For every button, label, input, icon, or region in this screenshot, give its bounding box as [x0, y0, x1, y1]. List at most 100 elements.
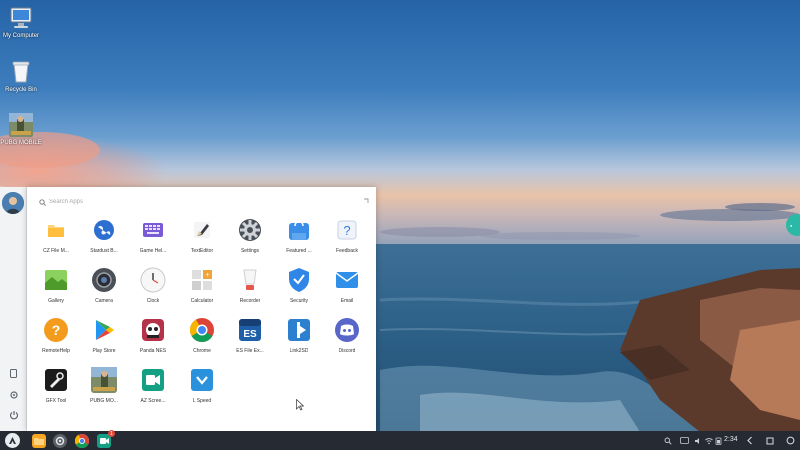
- taskbar: 1 2:34: [0, 430, 800, 450]
- email-icon: [334, 267, 360, 293]
- app-tile[interactable]: Discord: [323, 317, 371, 354]
- panda-icon: [140, 317, 166, 343]
- app-tile[interactable]: AZ Scree...: [129, 367, 177, 404]
- files-icon[interactable]: [7, 367, 20, 380]
- app-tile[interactable]: Clock: [129, 267, 177, 304]
- app-label: Security: [289, 298, 309, 304]
- shield-icon: [286, 267, 312, 293]
- gfx-tool-icon: [43, 367, 69, 393]
- mouse-cursor-icon: [296, 398, 305, 416]
- app-label: AZ Scree...: [140, 398, 166, 404]
- app-tile[interactable]: Email: [323, 267, 371, 304]
- desktop-icon-my-computer[interactable]: My Computer: [0, 6, 51, 39]
- app-tile[interactable]: CZ File M...: [32, 217, 80, 254]
- app-label: PUBG MO...: [90, 398, 118, 404]
- app-label: Email: [340, 298, 354, 304]
- svg-text:+: +: [205, 272, 209, 279]
- play-store-icon: [91, 317, 117, 343]
- recorder-icon: [237, 267, 263, 293]
- app-tile[interactable]: Featured ...: [275, 217, 323, 254]
- power-icon[interactable]: [7, 408, 20, 421]
- app-tile[interactable]: Stardust B...: [80, 217, 128, 254]
- app-tile[interactable]: Play Store: [80, 317, 128, 354]
- home-icon[interactable]: [786, 435, 795, 446]
- app-tile[interactable]: GFX Tool: [32, 367, 80, 404]
- volume-icon[interactable]: [694, 435, 702, 446]
- gear-icon[interactable]: [7, 388, 20, 401]
- app-tile[interactable]: ? RemoteHelp: [32, 317, 80, 354]
- desktop-icon-recycle-bin[interactable]: Recycle Bin: [0, 60, 51, 93]
- app-launcher-panel: CZ File M... Stardust B... Game Hel... Text…: [27, 187, 376, 431]
- app-tile[interactable]: Game Hel...: [129, 217, 177, 254]
- recents-icon[interactable]: [766, 435, 774, 446]
- app-label: Discord: [338, 348, 356, 354]
- app-label: Gallery: [48, 298, 64, 304]
- app-tile[interactable]: Settings: [226, 217, 274, 254]
- app-label: Clock: [146, 298, 160, 304]
- desktop-icon-pubg-mobile[interactable]: PUBG MOBILE: [0, 113, 51, 146]
- folder-icon: [43, 217, 69, 243]
- start-button[interactable]: [5, 433, 20, 448]
- app-tile[interactable]: Chrome: [178, 317, 226, 354]
- wifi-icon[interactable]: [705, 435, 713, 446]
- app-label: Featured ...: [286, 248, 312, 254]
- app-tile[interactable]: PUBG MO...: [80, 367, 128, 404]
- app-tile[interactable]: Camera: [80, 267, 128, 304]
- chrome-icon: [189, 317, 215, 343]
- app-tile[interactable]: L Speed: [178, 367, 226, 404]
- calculator-icon: +: [189, 267, 215, 293]
- svg-text:?: ?: [343, 223, 350, 238]
- app-label: Link2SD: [289, 348, 309, 354]
- taskbar-chrome[interactable]: [74, 434, 89, 449]
- app-tile[interactable]: ? Feedback: [323, 217, 371, 254]
- question-icon: ?: [334, 217, 360, 243]
- link2sd-icon: [286, 317, 312, 343]
- app-tile[interactable]: Panda NES: [129, 317, 177, 354]
- clock[interactable]: 2:34: [724, 436, 738, 443]
- computer-icon: [8, 6, 34, 30]
- settings-icon: [55, 436, 65, 446]
- app-label: Chrome: [193, 348, 211, 354]
- camera-icon: [91, 267, 117, 293]
- app-label: L Speed: [192, 398, 212, 404]
- taskbar-file-manager[interactable]: [32, 434, 46, 448]
- expand-icon[interactable]: [360, 194, 369, 203]
- app-label: Calculator: [190, 298, 214, 304]
- battery-icon[interactable]: [715, 435, 722, 446]
- keyboard-icon: [140, 217, 166, 243]
- desktop-icon-label: PUBG MOBILE: [0, 140, 42, 146]
- app-label: Play Store: [92, 348, 116, 354]
- launcher-sidebar: [0, 187, 27, 431]
- keyboard-icon[interactable]: [680, 435, 689, 446]
- search-bar[interactable]: [39, 195, 249, 209]
- app-tile[interactable]: + Calculator: [178, 267, 226, 304]
- app-label: GFX Tool: [45, 398, 67, 404]
- app-tile[interactable]: Recorder: [226, 267, 274, 304]
- search-icon: [39, 193, 46, 211]
- app-tile[interactable]: TextEditor: [178, 217, 226, 254]
- app-tile[interactable]: Gallery: [32, 267, 80, 304]
- app-label: ES File Ex...: [236, 348, 264, 354]
- clock-icon: [140, 267, 166, 293]
- desktop-icon-label: Recycle Bin: [5, 87, 37, 93]
- app-label: Feedback: [336, 248, 358, 254]
- notification-badge: 1: [108, 430, 115, 437]
- app-tile[interactable]: Security: [275, 267, 323, 304]
- app-label: TextEditor: [190, 248, 214, 254]
- taskbar-settings[interactable]: [53, 434, 67, 448]
- app-tile[interactable]: ES ES File Ex...: [226, 317, 274, 354]
- svg-text:?: ?: [52, 322, 61, 338]
- start-logo-icon: [9, 437, 16, 444]
- recycle-bin-icon: [8, 60, 34, 84]
- avatar[interactable]: [2, 192, 24, 214]
- app-tile[interactable]: Link2SD: [275, 317, 323, 354]
- l-speed-icon: [189, 367, 215, 393]
- search-icon[interactable]: [664, 435, 672, 446]
- chrome-icon: [74, 434, 89, 449]
- es-file-icon: ES: [237, 317, 263, 343]
- app-label: Stardust B...: [90, 248, 118, 254]
- taskbar-az-screen[interactable]: 1: [97, 430, 115, 448]
- store-bag-icon: [286, 217, 312, 243]
- back-icon[interactable]: [746, 435, 754, 446]
- search-input[interactable]: [49, 199, 249, 205]
